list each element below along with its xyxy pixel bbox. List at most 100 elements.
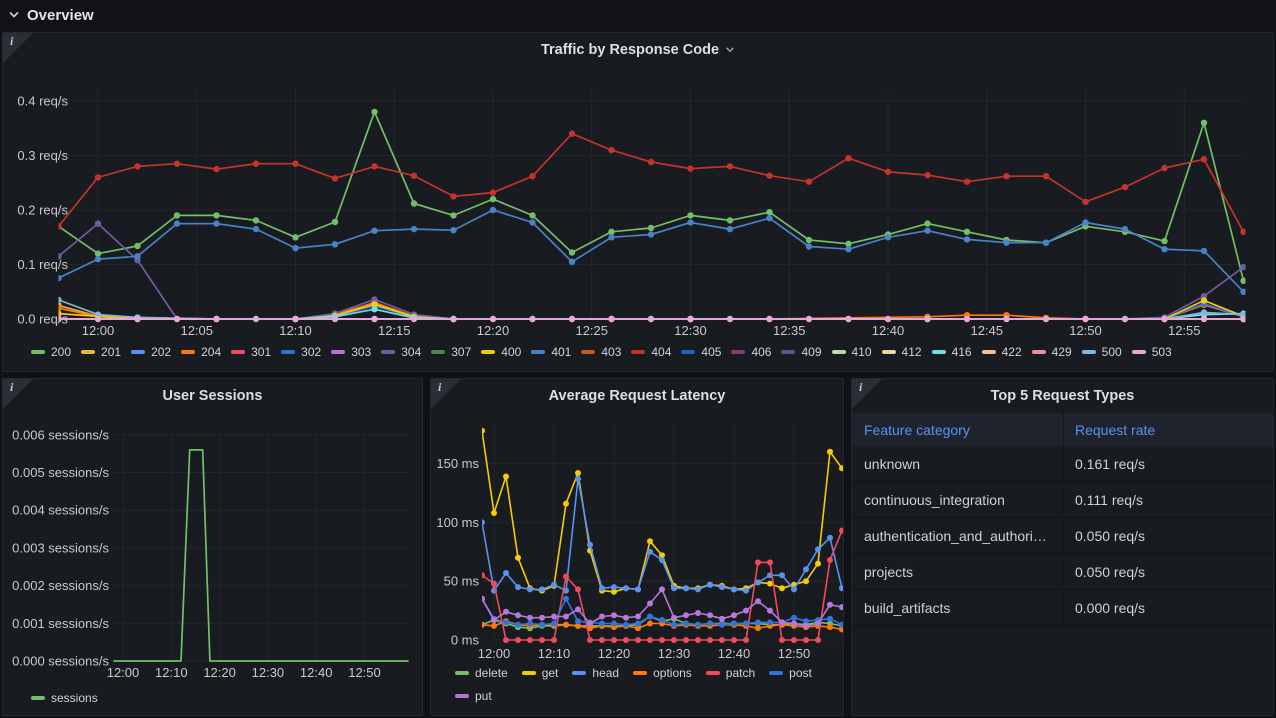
feature-category-cell: build_artifacts — [852, 600, 1063, 616]
legend-label: 400 — [501, 345, 521, 359]
legend-item-401[interactable]: 401 — [531, 345, 571, 359]
legend-item-404[interactable]: 404 — [631, 345, 671, 359]
legend-swatch — [1082, 350, 1096, 354]
x-axis-tick-label: 12:30 — [674, 323, 707, 338]
legend-item-307[interactable]: 307 — [431, 345, 471, 359]
x-axis-tick-label: 12:10 — [279, 323, 312, 338]
request-rate-cell: 0.050 req/s — [1063, 564, 1273, 580]
legend-swatch — [455, 694, 469, 698]
legend-item-500[interactable]: 500 — [1082, 345, 1122, 359]
x-axis-tick-label: 12:00 — [82, 323, 115, 338]
y-axis-tick-label: 0.1 req/s — [17, 257, 68, 272]
legend-label: 303 — [351, 345, 371, 359]
panel-latency: i Average Request Latency 0 ms50 ms100 m… — [430, 378, 844, 716]
legend-swatch — [982, 350, 996, 354]
legend-swatch — [832, 350, 846, 354]
legend-label: 204 — [201, 345, 221, 359]
legend-label: 405 — [701, 345, 721, 359]
sessions-chart[interactable]: 0.000 sessions/s0.001 sessions/s0.002 se… — [3, 379, 423, 687]
legend-swatch — [769, 671, 783, 675]
legend-swatch — [381, 350, 395, 354]
panel-title-top5[interactable]: Top 5 Request Types — [852, 379, 1273, 413]
y-axis-tick-label: 100 ms — [436, 515, 479, 530]
legend-swatch — [882, 350, 896, 354]
y-axis-tick-label: 0.002 sessions/s — [12, 578, 109, 593]
overview-row-header[interactable]: Overview — [0, 0, 94, 30]
panel-top5: i Top 5 Request Types Feature categoryRe… — [851, 378, 1274, 716]
legend-swatch — [932, 350, 946, 354]
legend-label: get — [542, 666, 559, 680]
legend-swatch — [31, 696, 45, 700]
legend-item-406[interactable]: 406 — [731, 345, 771, 359]
legend-label: 412 — [902, 345, 922, 359]
y-axis-tick-label: 150 ms — [436, 456, 479, 471]
request-rate-cell: 0.000 req/s — [1063, 600, 1273, 616]
series-line-401 — [59, 210, 1244, 292]
request-rate-cell: 0.050 req/s — [1063, 528, 1273, 544]
legend-item-409[interactable]: 409 — [781, 345, 821, 359]
x-axis-tick-label: 12:30 — [252, 665, 285, 680]
legend-item-303[interactable]: 303 — [331, 345, 371, 359]
legend-item-get[interactable]: get — [522, 666, 559, 680]
legend-item-410[interactable]: 410 — [832, 345, 872, 359]
traffic-chart[interactable]: 0.0 req/s0.1 req/s0.2 req/s0.3 req/s0.4 … — [3, 33, 1274, 341]
legend-item-429[interactable]: 429 — [1032, 345, 1072, 359]
legend-label: 201 — [101, 345, 121, 359]
legend-swatch — [581, 350, 595, 354]
x-axis-tick-label: 12:30 — [658, 646, 691, 661]
series-line-304 — [59, 224, 1244, 319]
legend-item-put[interactable]: put — [455, 689, 492, 703]
legend-item-options[interactable]: options — [633, 666, 692, 680]
x-axis-tick-label: 12:20 — [598, 646, 631, 661]
x-axis-tick-label: 12:35 — [773, 323, 806, 338]
legend-item-503[interactable]: 503 — [1132, 345, 1172, 359]
y-axis-tick-label: 0.000 sessions/s — [12, 654, 109, 669]
legend-item-sessions[interactable]: sessions — [31, 691, 98, 705]
legend-item-422[interactable]: 422 — [982, 345, 1022, 359]
legend-swatch — [231, 350, 245, 354]
x-axis-tick-label: 12:55 — [1168, 323, 1201, 338]
legend-item-201[interactable]: 201 — [81, 345, 121, 359]
latency-chart[interactable]: 0 ms50 ms100 ms150 ms12:0012:1012:2012:3… — [431, 379, 844, 663]
legend-item-patch[interactable]: patch — [706, 666, 755, 680]
legend-item-405[interactable]: 405 — [681, 345, 721, 359]
column-header-feature-category[interactable]: Feature category — [852, 422, 1063, 438]
legend-item-302[interactable]: 302 — [281, 345, 321, 359]
request-rate-cell: 0.161 req/s — [1063, 456, 1273, 472]
legend-item-416[interactable]: 416 — [932, 345, 972, 359]
feature-category-cell: unknown — [852, 456, 1063, 472]
legend-swatch — [633, 671, 647, 675]
series-line-get — [482, 431, 842, 592]
legend-item-200[interactable]: 200 — [31, 345, 71, 359]
request-rate-cell: 0.111 req/s — [1063, 492, 1273, 508]
y-axis-tick-label: 0.004 sessions/s — [12, 503, 109, 518]
legend-item-304[interactable]: 304 — [381, 345, 421, 359]
panel-traffic: i Traffic by Response Code 0.0 req/s0.1 … — [2, 32, 1274, 372]
x-axis-tick-label: 12:25 — [575, 323, 608, 338]
legend-swatch — [531, 350, 545, 354]
column-header-request-rate[interactable]: Request rate — [1063, 422, 1273, 438]
legend-swatch — [281, 350, 295, 354]
legend-swatch — [572, 671, 586, 675]
x-axis-tick-label: 12:10 — [155, 665, 188, 680]
legend-item-403[interactable]: 403 — [581, 345, 621, 359]
legend-item-202[interactable]: 202 — [131, 345, 171, 359]
column-divider — [1063, 413, 1064, 626]
feature-category-cell: continuous_integration — [852, 492, 1063, 508]
x-axis-tick-label: 12:05 — [180, 323, 213, 338]
legend-swatch — [331, 350, 345, 354]
legend-item-301[interactable]: 301 — [231, 345, 271, 359]
legend-label: patch — [726, 666, 755, 680]
legend-label: delete — [475, 666, 508, 680]
legend-swatch — [706, 671, 720, 675]
legend-item-post[interactable]: post — [769, 666, 812, 680]
legend-item-head[interactable]: head — [572, 666, 619, 680]
legend-item-204[interactable]: 204 — [181, 345, 221, 359]
legend-item-412[interactable]: 412 — [882, 345, 922, 359]
x-axis-tick-label: 12:20 — [203, 665, 236, 680]
legend-item-delete[interactable]: delete — [455, 666, 508, 680]
section-title: Overview — [27, 7, 94, 24]
legend-label: 307 — [451, 345, 471, 359]
legend-item-400[interactable]: 400 — [481, 345, 521, 359]
x-axis-tick-label: 12:00 — [478, 646, 511, 661]
